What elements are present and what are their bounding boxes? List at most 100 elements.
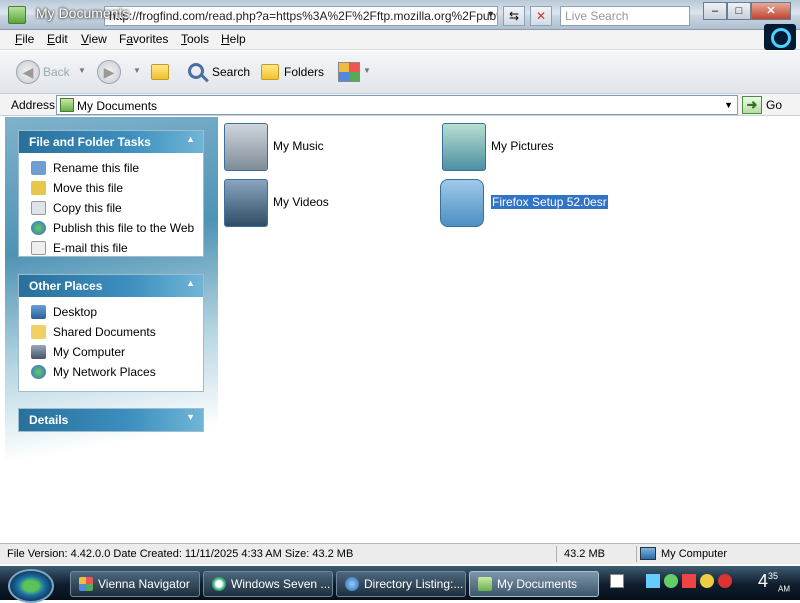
refresh-button[interactable]: ⇆ — [503, 6, 525, 26]
place-label: Desktop — [53, 305, 98, 319]
task-pane: File and Folder Tasks ▲ Rename this file… — [5, 117, 218, 542]
task-label: Move this file — [53, 181, 124, 195]
status-divider — [556, 546, 557, 562]
details-header[interactable]: Details ▼ — [19, 409, 203, 431]
minimize-button[interactable]: – — [703, 2, 727, 20]
task-move[interactable]: Move this file — [19, 178, 203, 198]
stop-button[interactable]: ✕ — [530, 6, 552, 26]
task-rename[interactable]: Rename this file — [19, 158, 203, 178]
taskbar-label: Vienna Navigator — [98, 577, 190, 591]
computer-icon — [31, 345, 46, 359]
address-value: My Documents — [77, 99, 158, 113]
status-divider — [636, 546, 637, 562]
back-arrow-icon[interactable]: ◀ — [16, 60, 40, 84]
details-panel: Details ▼ — [18, 408, 204, 432]
address-label: Address — [11, 98, 56, 112]
address-dropdown-icon[interactable]: ▼ — [724, 100, 733, 110]
go-button[interactable]: Go — [766, 98, 782, 112]
menu-help[interactable]: Help — [221, 32, 246, 46]
address-input[interactable]: My Documents ▼ — [56, 95, 738, 115]
place-my-computer[interactable]: My Computer — [19, 342, 203, 362]
forward-dropdown-icon[interactable]: ▼ — [133, 66, 141, 75]
task-publish[interactable]: Publish this file to the Web — [19, 218, 203, 238]
volume-icon[interactable] — [700, 574, 714, 588]
place-label: Shared Documents — [53, 325, 156, 339]
search-icon[interactable] — [188, 63, 204, 79]
collapse-icon[interactable]: ▲ — [186, 278, 195, 288]
back-dropdown-icon[interactable]: ▼ — [78, 66, 86, 75]
task-label: Rename this file — [53, 161, 140, 175]
menu-tools[interactable]: Tools — [181, 32, 209, 46]
taskbar: Vienna Navigator Windows Seven ... Direc… — [0, 566, 800, 603]
toolbar: ◀ Back ▼ ▶ ▼ Search Folders ▼ — [0, 51, 800, 94]
task-email[interactable]: E-mail this file — [19, 238, 203, 258]
stop-icon[interactable] — [718, 574, 732, 588]
taskbar-label: Directory Listing:... — [364, 577, 464, 591]
windows-logo-icon — [764, 24, 796, 50]
file-folder-tasks-title: File and Folder Tasks — [29, 135, 151, 149]
menu-edit[interactable]: Edit — [47, 32, 68, 46]
views-icon[interactable] — [338, 62, 360, 82]
taskbar-my-documents[interactable]: My Documents — [469, 571, 599, 597]
app-icon — [8, 6, 26, 24]
menu-favorites[interactable]: Favorites — [119, 32, 168, 46]
taskbar-directory-listing[interactable]: Directory Listing:... — [336, 571, 466, 597]
task-copy[interactable]: Copy this file — [19, 198, 203, 218]
views-dropdown-icon[interactable]: ▼ — [363, 66, 371, 75]
item-label: My Pictures — [491, 139, 554, 153]
search-button[interactable]: Search — [212, 65, 250, 79]
globe-icon — [31, 221, 46, 235]
task-label: E-mail this file — [53, 241, 128, 255]
url-field[interactable]: http://frogfind.com/read.php?a=https%3A%… — [104, 6, 498, 26]
other-places-header[interactable]: Other Places ▲ — [19, 275, 203, 297]
place-label: My Computer — [53, 345, 126, 359]
file-folder-tasks-header[interactable]: File and Folder Tasks ▲ — [19, 131, 203, 153]
forward-arrow-icon[interactable]: ▶ — [97, 60, 121, 84]
browser-icon — [212, 577, 226, 591]
item-label: My Videos — [273, 195, 329, 209]
place-shared-documents[interactable]: Shared Documents — [19, 322, 203, 342]
taskbar-label: Windows Seven ... — [231, 577, 331, 591]
taskbar-vienna-navigator[interactable]: Vienna Navigator — [70, 571, 200, 597]
clock-minute: 35 — [768, 571, 779, 581]
back-button[interactable]: Back — [43, 65, 70, 79]
item-label: Firefox Setup 52.0esr — [491, 195, 608, 209]
details-title: Details — [29, 413, 69, 427]
up-folder-icon[interactable] — [151, 64, 169, 80]
url-dropdown-icon[interactable]: ▼ — [486, 9, 495, 19]
title-bar: http://frogfind.com/read.php?a=https%3A%… — [0, 0, 800, 30]
videos-folder-icon — [224, 179, 268, 227]
close-button[interactable]: ✕ — [751, 2, 791, 20]
maximize-button[interactable]: □ — [727, 2, 751, 20]
taskbar-windows-seven[interactable]: Windows Seven ... — [203, 571, 333, 597]
task-label: Publish this file to the Web — [53, 221, 195, 235]
place-desktop[interactable]: Desktop — [19, 302, 203, 322]
folders-icon[interactable] — [261, 64, 279, 80]
menu-file[interactable]: File — [15, 32, 34, 46]
security-icon[interactable] — [682, 574, 696, 588]
network-tray-icon[interactable] — [646, 574, 660, 588]
task-label: Copy this file — [53, 201, 122, 215]
place-network[interactable]: My Network Places — [19, 362, 203, 382]
status-bar: File Version: 4.42.0.0 Date Created: 11/… — [0, 543, 800, 564]
clock[interactable]: 435 AM — [758, 571, 790, 594]
installer-icon — [440, 179, 484, 227]
move-icon — [31, 181, 46, 195]
expand-icon[interactable]: ▼ — [186, 412, 195, 422]
help-icon[interactable] — [610, 574, 624, 588]
other-places-title: Other Places — [29, 279, 103, 293]
check-icon[interactable] — [664, 574, 678, 588]
music-folder-icon — [224, 123, 268, 171]
clock-ampm: AM — [778, 584, 791, 594]
live-search-input[interactable]: Live Search — [560, 6, 690, 26]
computer-icon — [640, 547, 656, 560]
menu-view[interactable]: View — [81, 32, 107, 46]
my-documents-icon — [60, 98, 74, 112]
clock-hour: 4 — [758, 571, 769, 591]
window-title: My Documents — [36, 5, 130, 21]
go-arrow-icon[interactable]: ➜ — [742, 96, 762, 114]
envelope-icon — [31, 241, 46, 255]
collapse-icon[interactable]: ▲ — [186, 134, 195, 144]
folders-button[interactable]: Folders — [284, 65, 324, 79]
start-button[interactable] — [8, 569, 54, 603]
